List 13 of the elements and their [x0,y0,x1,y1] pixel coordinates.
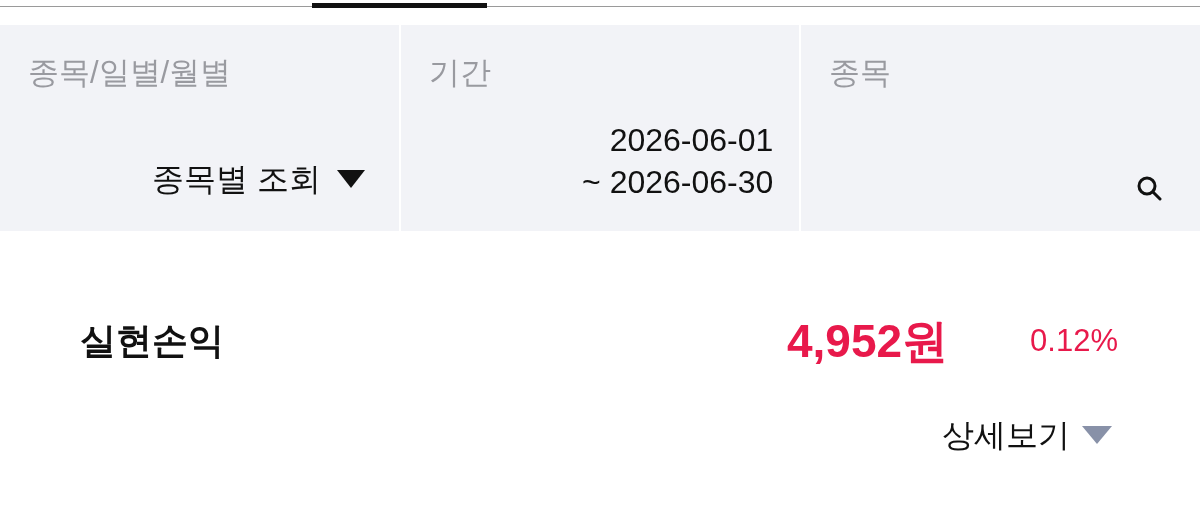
profit-amount: 4,952원 [786,313,949,369]
filter-label: 종목 [829,54,892,92]
filter-label: 종목/일별/월별 [28,54,232,92]
filter-label: 기간 [428,54,491,92]
caret-icon [336,170,365,188]
period-field[interactable]: 2026-06-01 ~ 2026-06-30 [582,119,774,203]
view-mode-dropdown[interactable]: 종목별 조회 [151,155,365,203]
caret-icon [1082,426,1112,444]
search-button[interactable] [1136,175,1162,201]
profit-rate: 0.12% [1030,321,1118,360]
realized-profit-label: 실현손익 [80,319,224,363]
details-toggle[interactable]: 상세보기 [942,411,1112,459]
search-icon [1136,175,1162,201]
